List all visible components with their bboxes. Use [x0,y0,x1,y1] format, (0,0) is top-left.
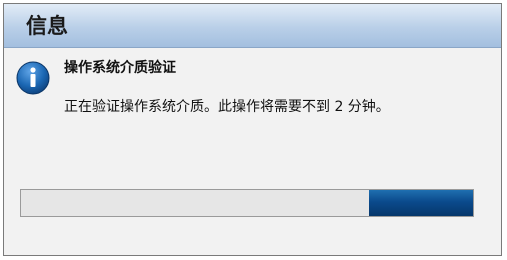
info-dialog: 信息 操作系统介质验证 正在验证操作系统介质。此操作将需要不到 2 分钟。 [3,3,502,256]
dialog-message: 正在验证操作系统介质。此操作将需要不到 2 分钟。 [64,99,390,115]
progress-fill [369,190,473,216]
progress-bar [20,189,474,217]
dialog-titlebar[interactable]: 信息 [4,4,501,48]
dialog-heading: 操作系统介质验证 [64,60,176,76]
info-icon [16,61,50,95]
dialog-title: 信息 [26,14,68,38]
